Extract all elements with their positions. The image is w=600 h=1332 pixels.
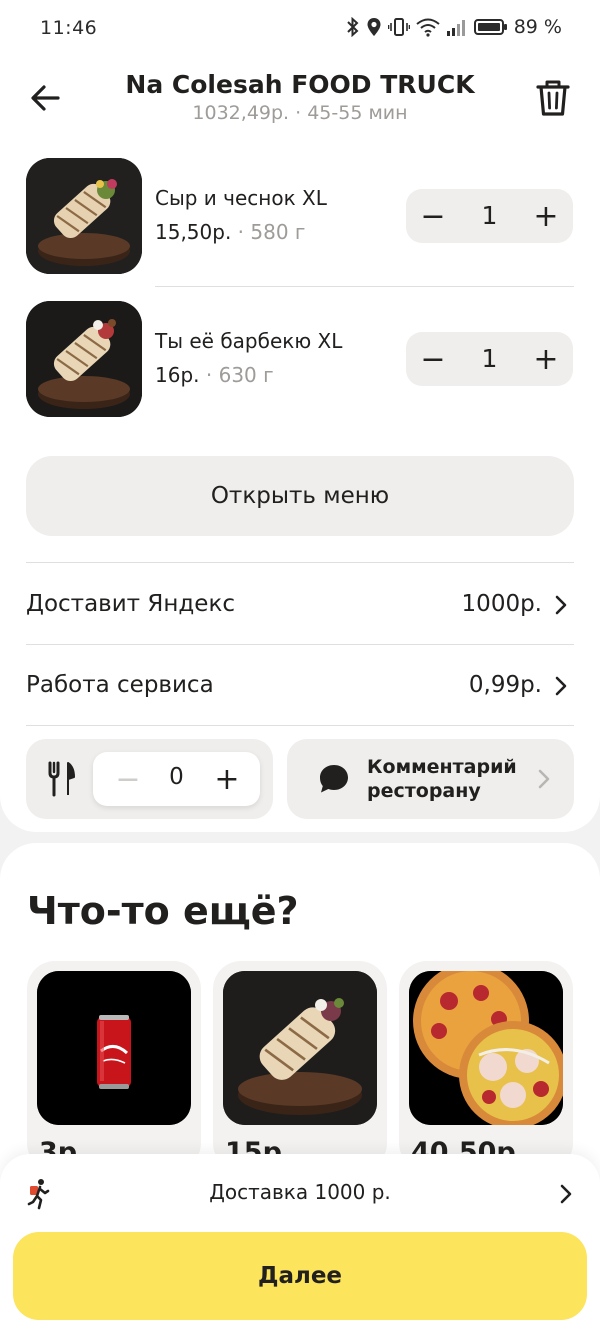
decrease-button[interactable]: − (406, 189, 460, 243)
status-time: 11:46 (40, 17, 98, 39)
chevron-right-icon (555, 676, 567, 696)
service-fee-value: 0,99р. (468, 672, 542, 698)
wifi-icon (416, 18, 440, 37)
item-divider (155, 286, 574, 287)
item-price: 15,50р. (155, 220, 232, 244)
battery-icon (473, 19, 507, 35)
signal-icon (446, 20, 465, 36)
chevron-right-icon[interactable] (558, 1182, 574, 1206)
shawarma-image (223, 971, 377, 1125)
item-image (37, 971, 191, 1125)
cutlery-decrease-button[interactable]: − (103, 752, 153, 806)
order-summary-subtitle: 1032,49р. · 45-55 мин (192, 102, 408, 124)
item-price: 16р. (155, 363, 200, 387)
item-image[interactable] (26, 301, 142, 417)
cola-can-image (37, 971, 191, 1125)
delivery-row[interactable]: Доставит Яндекс 1000р. (26, 565, 574, 645)
delivery-summary[interactable]: Доставка 1000 р. (0, 1180, 600, 1204)
item-price-line: 16р. · 630 г (155, 363, 274, 387)
shawarma-image (26, 158, 142, 274)
delivery-label: Доставит Яндекс (26, 591, 235, 617)
status-icons: 89 % (346, 16, 562, 38)
increase-button[interactable]: + (519, 332, 573, 386)
recommendation-item[interactable]: 40,50р. (399, 961, 573, 1171)
cutlery-quantity: 0 (169, 764, 184, 790)
chevron-right-icon (538, 769, 550, 789)
cart-header: Na Colesah FOOD TRUCK 1032,49р. · 45-55 … (0, 58, 600, 140)
open-menu-button[interactable]: Открыть меню (26, 456, 574, 536)
cutlery-selector: − 0 + (26, 739, 273, 819)
back-arrow-icon (31, 85, 60, 111)
comment-label: Комментарий ресторану (367, 756, 517, 802)
item-weight: · 580 г (237, 220, 306, 244)
bluetooth-icon (347, 17, 359, 37)
delivery-value: 1000р. (461, 591, 542, 617)
section-divider (26, 644, 574, 645)
service-fee-label: Работа сервиса (26, 672, 214, 698)
cutlery-stepper: − 0 + (93, 752, 260, 806)
decrease-button[interactable]: − (406, 332, 460, 386)
restaurant-title: Na Colesah FOOD TRUCK (125, 70, 475, 99)
item-image[interactable] (26, 158, 142, 274)
recommendations-title: Что-то ещё? (27, 889, 299, 933)
increase-button[interactable]: + (519, 189, 573, 243)
checkout-sheet: Доставка 1000 р. Далее (0, 1154, 600, 1332)
quantity-value: 1 (481, 201, 498, 230)
item-name: Ты её барбекю XL (155, 329, 343, 353)
comment-bubble-icon (320, 765, 348, 793)
status-bar: 11:46 89 % (0, 0, 600, 58)
item-name: Сыр и чеснок XL (155, 186, 327, 210)
chevron-right-icon (555, 595, 567, 615)
pizza-image (409, 971, 563, 1125)
back-button[interactable] (26, 76, 70, 120)
vibrate-icon (387, 18, 410, 36)
section-divider (26, 725, 574, 726)
quantity-value: 1 (481, 344, 498, 373)
item-image (223, 971, 377, 1125)
location-icon (367, 18, 381, 36)
trash-icon (536, 80, 570, 116)
shawarma-image (26, 301, 142, 417)
cart-item: Ты её барбекю XL 16р. · 630 г − 1 + (26, 301, 574, 417)
cart-card: Na Colesah FOOD TRUCK 1032,49р. · 45-55 … (0, 58, 600, 832)
battery-percent: 89 % (513, 16, 562, 38)
cart-item: Сыр и чеснок XL 15,50р. · 580 г − 1 + (26, 158, 574, 274)
item-weight: · 630 г (205, 363, 274, 387)
next-button[interactable]: Далее (13, 1232, 587, 1320)
restaurant-comment-button[interactable]: Комментарий ресторану (287, 739, 574, 819)
cutlery-icon (48, 761, 75, 797)
quantity-stepper: − 1 + (406, 189, 573, 243)
section-divider (26, 562, 574, 563)
clear-cart-button[interactable] (531, 76, 575, 120)
recommendation-item[interactable]: 3р. (27, 961, 201, 1171)
quantity-stepper: − 1 + (406, 332, 573, 386)
service-fee-row[interactable]: Работа сервиса 0,99р. (26, 646, 574, 726)
cutlery-increase-button[interactable]: + (202, 752, 252, 806)
item-price-line: 15,50р. · 580 г (155, 220, 305, 244)
recommendation-item[interactable]: 15р. (213, 961, 387, 1171)
item-image (409, 971, 563, 1125)
